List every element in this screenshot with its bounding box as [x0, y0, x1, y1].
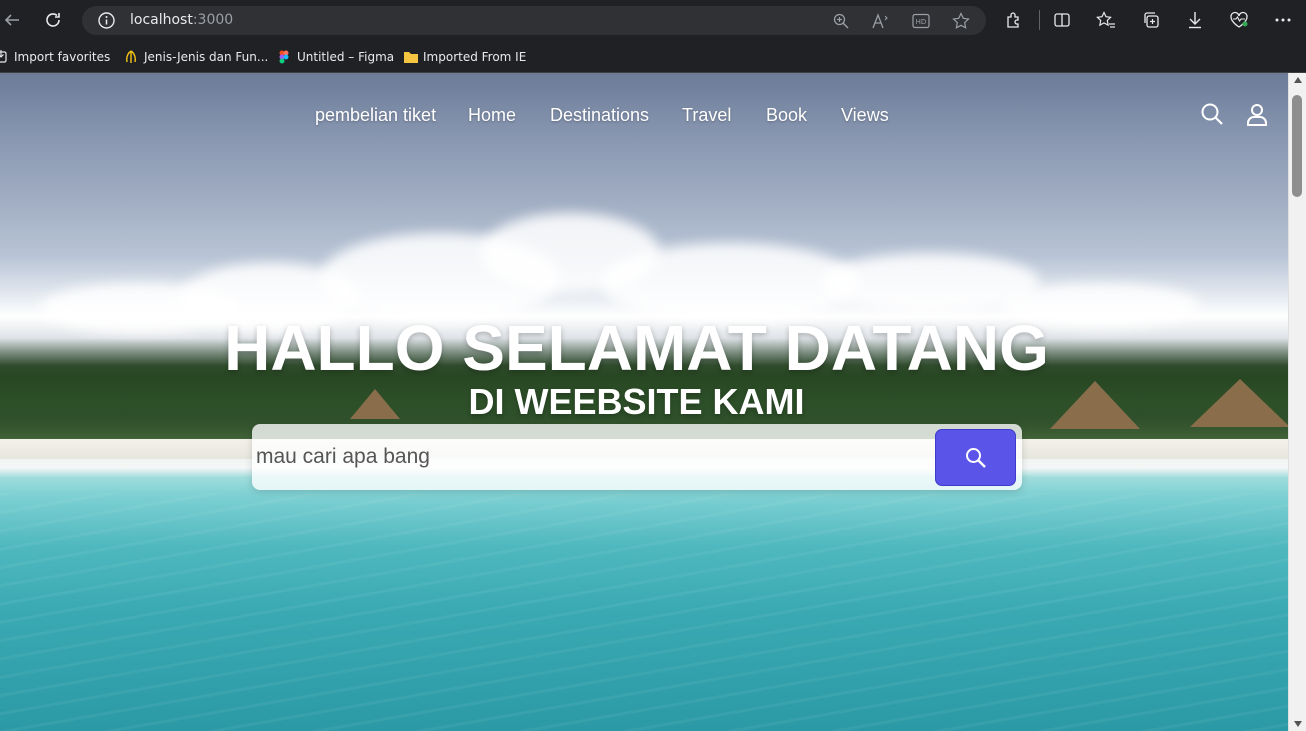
url-text[interactable]: localhost:3000: [130, 12, 233, 28]
nav-link-pembelian-tiket[interactable]: pembelian tiket: [315, 105, 436, 126]
hero-background-water: [0, 493, 1288, 731]
back-icon[interactable]: [0, 8, 24, 32]
user-icon[interactable]: [1244, 101, 1270, 127]
bookmark-figma[interactable]: Untitled – Figma: [277, 47, 394, 67]
address-bar[interactable]: localhost:3000 HD: [82, 6, 986, 35]
browser-toolbar: localhost:3000 HD: [0, 0, 1306, 40]
refresh-icon[interactable]: [41, 8, 65, 32]
hero-section: pembelian tiket Home Destinations Travel…: [0, 73, 1288, 731]
bookmark-label: Import favorites: [14, 50, 111, 64]
search-bar: [252, 424, 1022, 490]
nav-link-home[interactable]: Home: [468, 105, 516, 126]
download-icon[interactable]: [1185, 10, 1205, 30]
scroll-up-icon[interactable]: [1294, 77, 1302, 83]
search-button-icon: [965, 447, 986, 468]
scroll-down-icon[interactable]: [1294, 721, 1302, 727]
hd-icon[interactable]: HD: [911, 11, 931, 31]
bookmarks-bar: Import favorites Jenis-Jenis dan Fun... …: [0, 40, 1306, 73]
nav-link-destinations[interactable]: Destinations: [550, 105, 649, 126]
page-scrollbar[interactable]: [1288, 73, 1306, 731]
import-icon: [0, 50, 8, 64]
bookmark-jenis-jenis[interactable]: Jenis-Jenis dan Fun...: [124, 47, 268, 67]
search-input[interactable]: [256, 424, 926, 490]
split-screen-icon[interactable]: [1052, 10, 1072, 30]
folder-icon: [403, 50, 418, 64]
toolbar-divider: [1039, 10, 1040, 30]
more-icon[interactable]: [1273, 10, 1293, 30]
svg-text:HD: HD: [916, 18, 927, 26]
bookmark-label: Imported From IE: [423, 50, 527, 64]
collections-icon[interactable]: [1141, 10, 1161, 30]
health-icon[interactable]: [1229, 10, 1249, 30]
bookmark-import-favorites[interactable]: Import favorites: [0, 47, 110, 67]
extensions-icon[interactable]: [1004, 10, 1024, 30]
bookmark-imported-from-ie[interactable]: Imported From IE: [403, 47, 526, 67]
hero-subtitle: DI WEEBSITE KAMI: [468, 381, 805, 422]
nav-link-book[interactable]: Book: [766, 105, 807, 126]
nav-link-travel[interactable]: Travel: [682, 105, 731, 126]
leaf-favicon-icon: [124, 50, 138, 64]
read-aloud-icon[interactable]: [871, 11, 891, 31]
scroll-thumb[interactable]: [1292, 95, 1302, 197]
bookmark-label: Jenis-Jenis dan Fun...: [144, 50, 269, 64]
favorite-star-icon[interactable]: [951, 11, 971, 31]
favorites-icon[interactable]: [1096, 10, 1116, 30]
url-host: localhost: [130, 12, 193, 28]
search-button[interactable]: [935, 429, 1016, 486]
url-port: :3000: [192, 12, 234, 28]
nav-link-views[interactable]: Views: [841, 105, 889, 126]
bookmark-label: Untitled – Figma: [297, 50, 395, 64]
info-icon[interactable]: [97, 11, 116, 30]
figma-icon: [277, 50, 291, 64]
hero-title: HALLO SELAMAT DATANG: [224, 312, 1049, 384]
main-nav: pembelian tiket Home Destinations Travel…: [0, 105, 1288, 129]
zoom-icon[interactable]: [831, 11, 851, 31]
search-icon[interactable]: [1199, 101, 1225, 127]
